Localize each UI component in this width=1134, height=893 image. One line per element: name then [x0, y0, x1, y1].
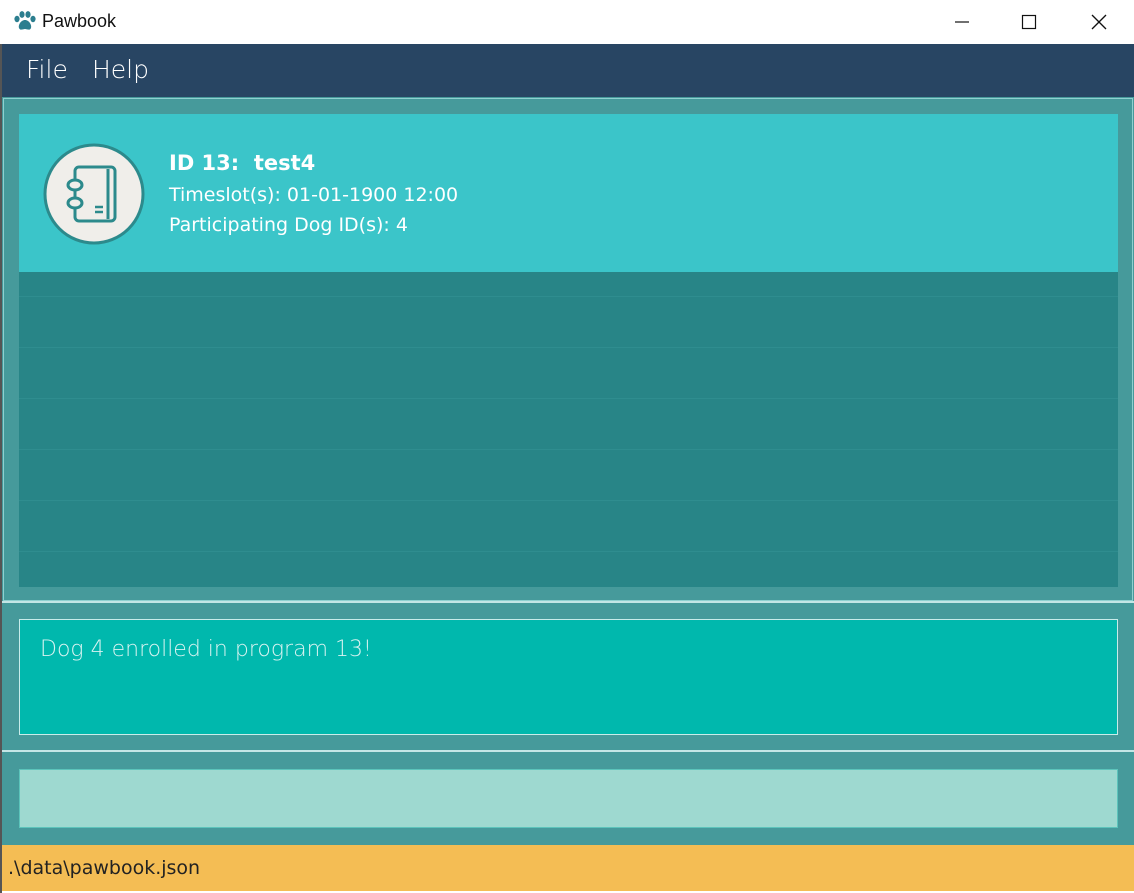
panel-divider	[2, 750, 1134, 752]
panel-divider	[2, 601, 1134, 603]
empty-list-row	[19, 347, 1118, 398]
empty-list-row	[19, 398, 1118, 449]
menu-bar: File Help	[2, 44, 1134, 97]
minimize-icon	[955, 21, 969, 23]
menu-help[interactable]: Help	[92, 55, 149, 84]
program-name: test4	[253, 151, 316, 175]
title-bar[interactable]: Pawbook	[0, 0, 1134, 44]
result-message: Dog 4 enrolled in program 13!	[40, 637, 372, 662]
maximize-icon	[1021, 14, 1037, 30]
command-input[interactable]	[19, 769, 1118, 828]
empty-list-row	[19, 296, 1118, 347]
empty-list-row	[19, 500, 1118, 551]
window-title: Pawbook	[42, 11, 117, 31]
data-file-path: .\data\pawbook.json	[8, 857, 201, 879]
program-dogs: Participating Dog ID(s): 4	[169, 214, 408, 236]
app-window: Pawbook File Help ID 13: test4 Timeslot(…	[0, 0, 1134, 893]
status-bar: .\data\pawbook.json	[2, 845, 1134, 891]
menu-file[interactable]: File	[26, 55, 68, 84]
close-button[interactable]	[1064, 0, 1134, 44]
minimize-button[interactable]	[927, 0, 997, 44]
maximize-button[interactable]	[994, 0, 1064, 44]
main-panel: ID 13: test4 Timeslot(s): 01-01-1900 12:…	[2, 97, 1134, 845]
result-display: Dog 4 enrolled in program 13!	[19, 619, 1118, 735]
program-card[interactable]: ID 13: test4 Timeslot(s): 01-01-1900 12:…	[19, 114, 1118, 272]
program-list[interactable]: ID 13: test4 Timeslot(s): 01-01-1900 12:…	[19, 114, 1118, 587]
program-timeslot: Timeslot(s): 01-01-1900 12:00	[169, 184, 459, 206]
notebook-icon	[43, 143, 145, 245]
program-id: ID 13:	[169, 151, 240, 175]
program-title: ID 13: test4	[169, 151, 315, 175]
empty-list-row	[19, 551, 1118, 587]
empty-list-row	[19, 449, 1118, 500]
close-icon	[1091, 14, 1107, 30]
paw-icon	[14, 11, 36, 30]
